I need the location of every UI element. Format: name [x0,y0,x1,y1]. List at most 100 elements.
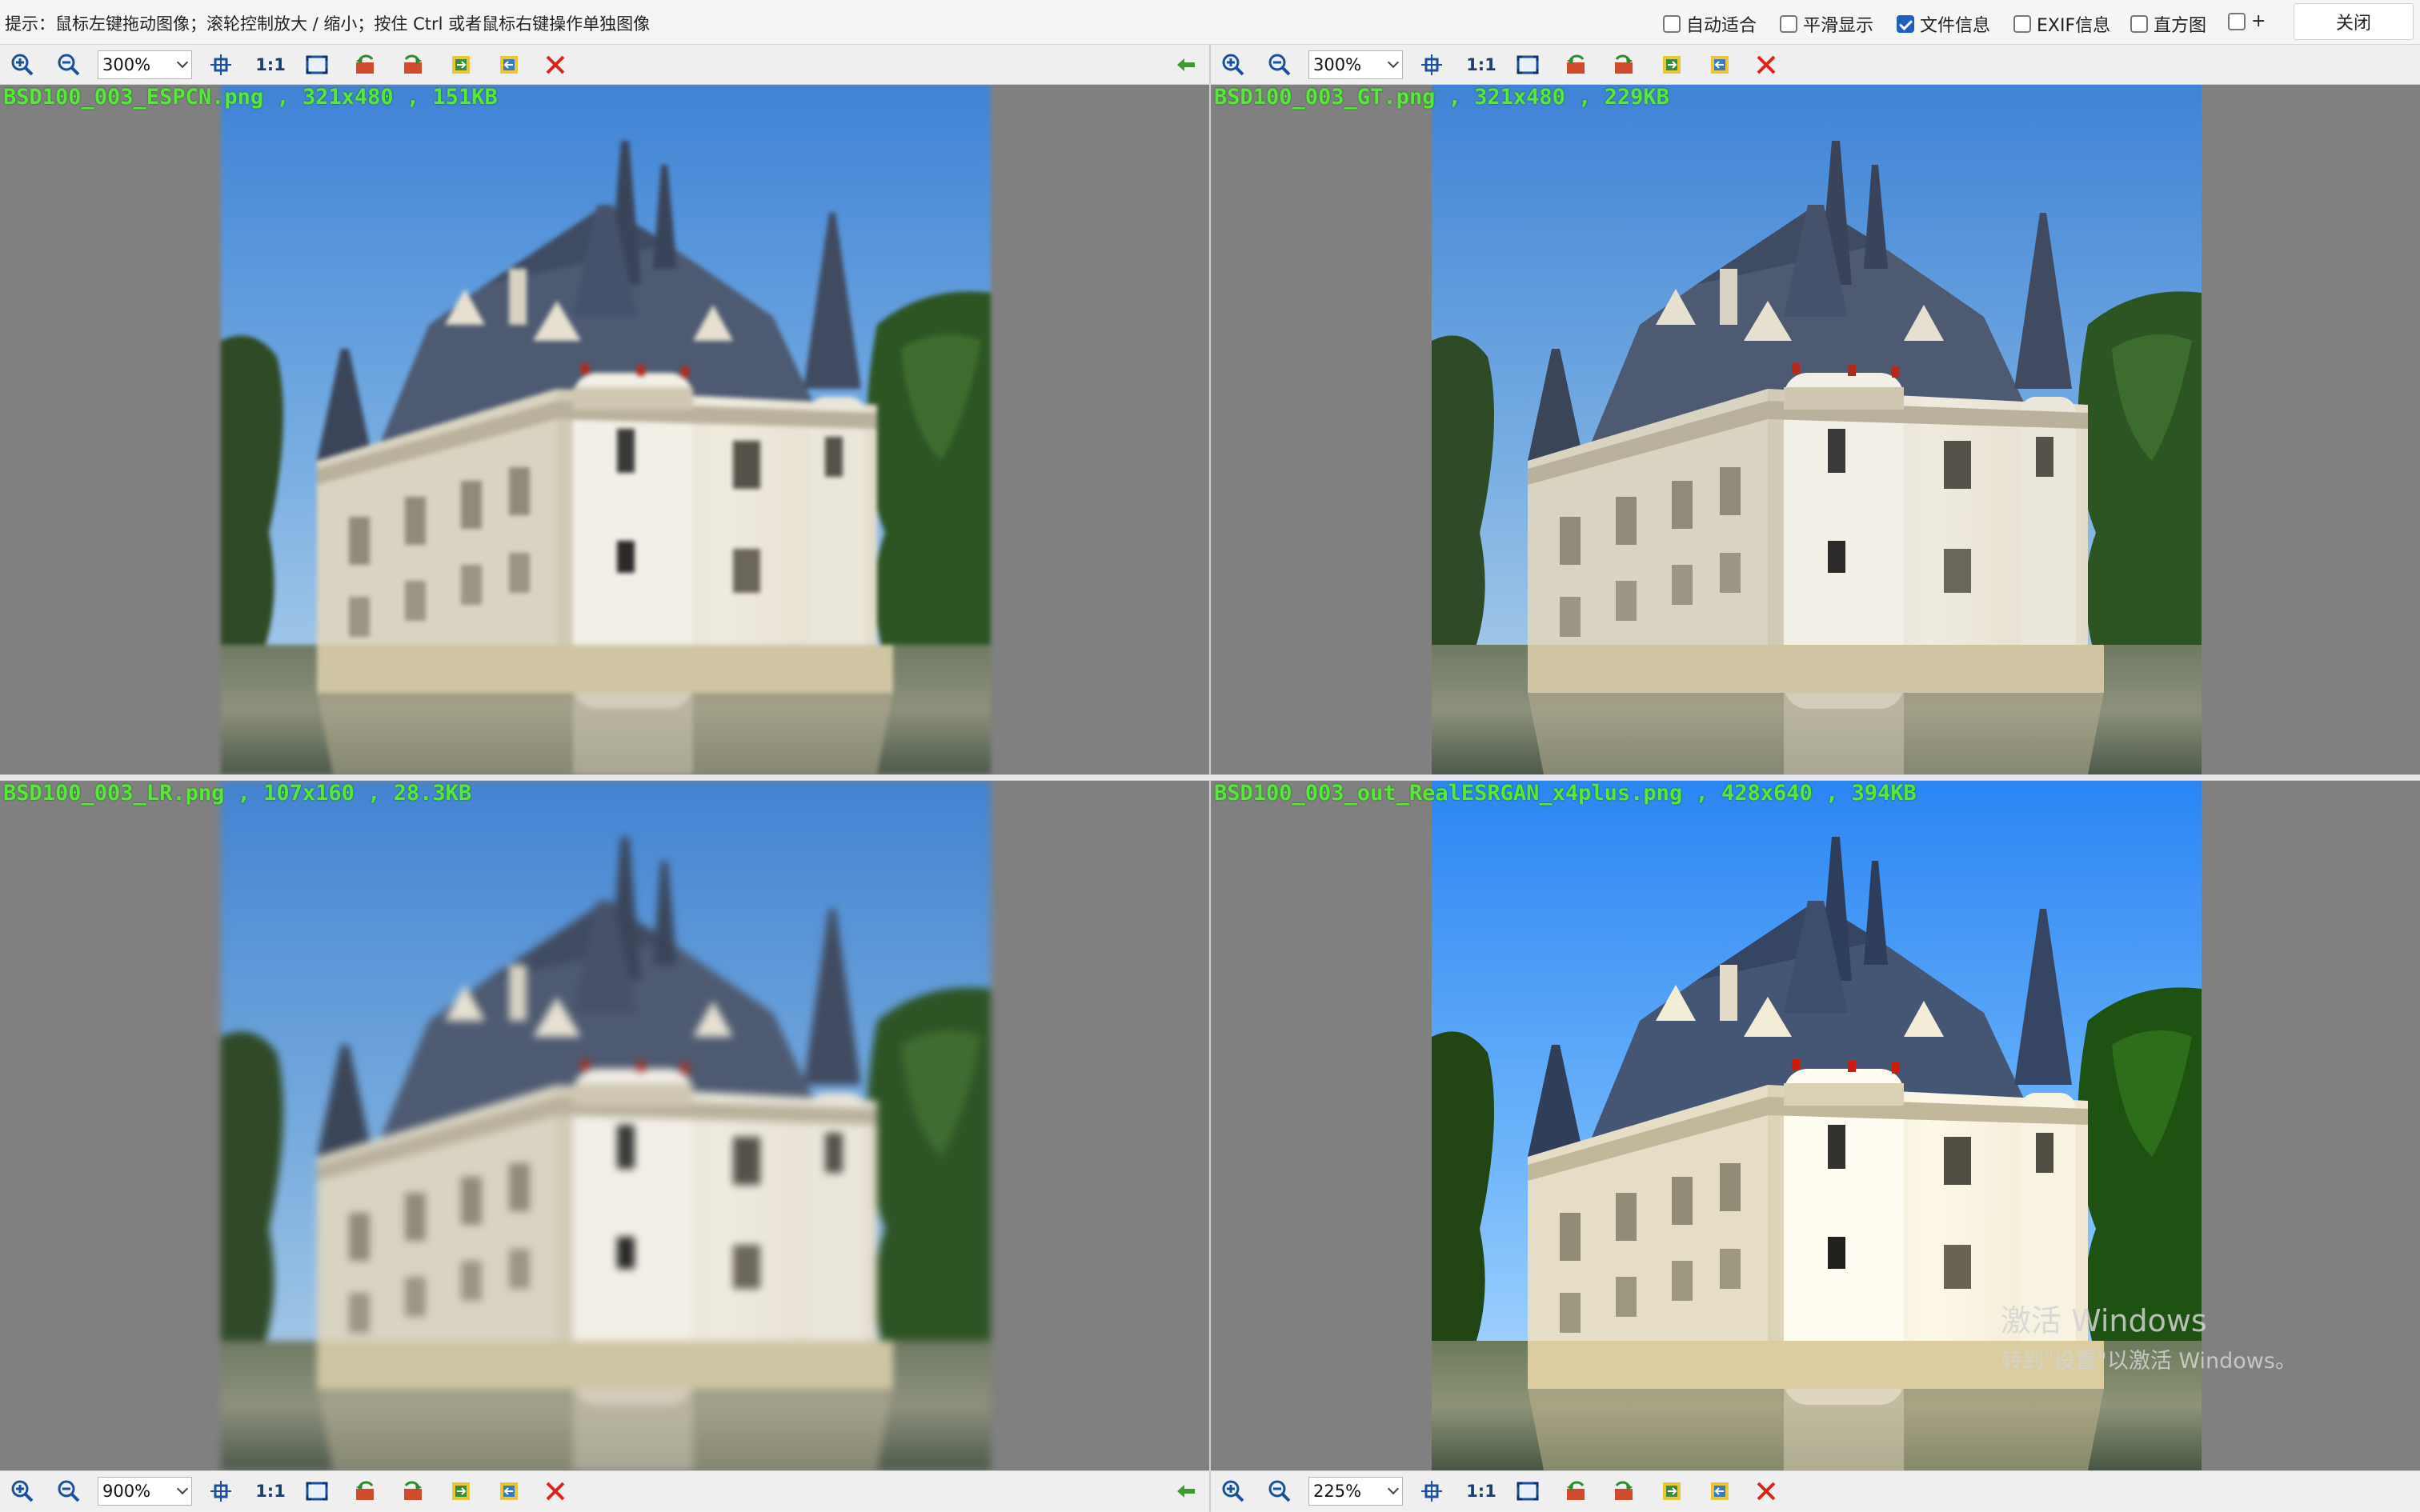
top-bar: 提示：鼠标左键拖动图像；滚轮控制放大 / 缩小；按住 Ctrl 或者鼠标右键操作… [0,0,2420,45]
flip-horizontal-icon [452,56,470,74]
remove-image-button[interactable] [1753,52,1779,78]
zoom-in-button[interactable] [10,1478,35,1504]
histogram-label: 直方图 [2154,16,2207,36]
actual-size-button[interactable]: 1:1 [254,52,286,78]
fit-window-icon [1517,55,1539,74]
usage-hint: 提示：鼠标左键拖动图像；滚轮控制放大 / 缩小；按住 Ctrl 或者鼠标右键操作… [5,14,651,34]
zoom-select[interactable]: 300% [98,50,192,79]
smooth-display-label: 平滑显示 [1803,16,1874,36]
sync-arrow-button[interactable] [1173,52,1199,78]
exif-info-checkbox[interactable] [2013,15,2031,33]
zoom-out-button[interactable] [56,52,82,78]
image-realesrgan[interactable] [1432,781,2202,1470]
zoom-value: 300% [1313,55,1362,74]
zoom-value: 300% [102,55,151,74]
fit-center-button[interactable] [208,1478,234,1504]
image-panel-bottom-right[interactable]: BSD100_003_out_RealESRGAN_x4plus.png , 4… [1211,781,2420,1470]
zoom-select[interactable]: 300% [1308,50,1403,79]
fit-center-button[interactable] [208,52,234,78]
chevron-down-icon [1387,1482,1400,1495]
actual-size-button[interactable]: 1:1 [1465,1478,1497,1504]
sync-arrow-button[interactable] [1173,1478,1199,1504]
flip-vertical-icon [1711,1482,1729,1500]
file-info-text: BSD100_003_ESPCN.png , 321x480 , 151KB [3,85,498,110]
zoom-in-button[interactable] [1220,1478,1246,1504]
file-info-text: BSD100_003_LR.png , 107x160 , 28.3KB [3,781,472,806]
rotate-left-icon [356,1481,374,1500]
image-ground-truth[interactable] [1432,85,2202,774]
flip-vertical-button[interactable] [496,52,522,78]
flip-vertical-icon [1711,56,1729,74]
fit-window-button[interactable] [304,52,330,78]
image-panel-bottom-left[interactable]: BSD100_003_LR.png , 107x160 , 28.3KB [0,781,1209,1470]
zoom-select[interactable]: 900% [98,1477,192,1506]
flip-horizontal-button[interactable] [448,1478,474,1504]
rotate-right-icon [404,54,422,74]
flip-vertical-button[interactable] [1707,1478,1733,1504]
rotate-left-button[interactable] [352,1478,378,1504]
remove-image-button[interactable] [1753,1478,1779,1504]
close-icon [546,55,565,74]
file-info-checkbox[interactable] [1897,15,1914,33]
fit-center-button[interactable] [1419,1478,1444,1504]
option-exif-info[interactable]: EXIF信息 [2013,11,2110,37]
zoom-out-button[interactable] [1267,52,1292,78]
option-histogram[interactable]: 直方图 [2130,11,2206,37]
image-espcn[interactable] [221,85,991,774]
rotate-left-icon [356,54,374,74]
flip-vertical-button[interactable] [496,1478,522,1504]
image-low-res[interactable] [221,781,991,1470]
arrow-left-icon [1177,58,1195,71]
zoom-out-icon [58,1480,80,1502]
rotate-left-button[interactable] [352,52,378,78]
histogram-checkbox[interactable] [2130,15,2148,33]
flip-horizontal-button[interactable] [448,52,474,78]
zoom-out-button[interactable] [56,1478,82,1504]
plus-checkbox[interactable] [2228,12,2246,30]
chevron-down-icon [1387,56,1400,69]
auto-fit-checkbox[interactable] [1663,15,1681,33]
remove-image-button[interactable] [543,1478,568,1504]
option-smooth-display[interactable]: 平滑显示 [1780,11,1873,37]
toolbar-top-left: 300% 1:1 [0,45,1209,85]
rotate-left-button[interactable] [1563,52,1589,78]
rotate-left-button[interactable] [1563,1478,1589,1504]
rotate-left-icon [1567,1481,1585,1500]
rotate-right-button[interactable] [400,1478,426,1504]
option-plus[interactable]: + [2228,11,2266,31]
flip-horizontal-icon [1663,56,1681,74]
image-panel-top-left[interactable]: BSD100_003_ESPCN.png , 321x480 , 151KB [0,85,1209,774]
smooth-display-checkbox[interactable] [1780,15,1797,33]
rotate-right-button[interactable] [1611,1478,1637,1504]
flip-vertical-button[interactable] [1707,52,1733,78]
zoom-value: 225% [1313,1482,1362,1501]
remove-image-button[interactable] [543,52,568,78]
zoom-in-button[interactable] [10,52,35,78]
option-auto-fit[interactable]: 自动适合 [1663,11,1757,37]
close-icon [546,1482,565,1501]
horizontal-divider[interactable] [0,774,2420,781]
flip-horizontal-button[interactable] [1659,52,1685,78]
fit-window-icon [306,1482,328,1501]
crosshair-fit-icon [1421,54,1442,75]
zoom-out-button[interactable] [1267,1478,1292,1504]
crosshair-fit-icon [210,1481,231,1502]
zoom-in-button[interactable] [1220,52,1246,78]
image-panel-top-right[interactable]: BSD100_003_GT.png , 321x480 , 229KB [1211,85,2420,774]
castle-image [1432,781,2202,1470]
arrow-left-icon [1177,1485,1195,1498]
flip-horizontal-button[interactable] [1659,1478,1685,1504]
fit-window-button[interactable] [1515,1478,1541,1504]
actual-size-button[interactable]: 1:1 [254,1478,286,1504]
fit-center-button[interactable] [1419,52,1444,78]
option-file-info[interactable]: 文件信息 [1897,11,1990,37]
close-icon [1757,1482,1776,1501]
fit-window-button[interactable] [304,1478,330,1504]
fit-window-button[interactable] [1515,52,1541,78]
actual-size-button[interactable]: 1:1 [1465,52,1497,78]
zoom-select[interactable]: 225% [1308,1477,1403,1506]
rotate-right-button[interactable] [1611,52,1637,78]
file-info-text: BSD100_003_out_RealESRGAN_x4plus.png , 4… [1214,781,1917,806]
rotate-right-button[interactable] [400,52,426,78]
close-button[interactable]: 关闭 [2294,3,2414,40]
